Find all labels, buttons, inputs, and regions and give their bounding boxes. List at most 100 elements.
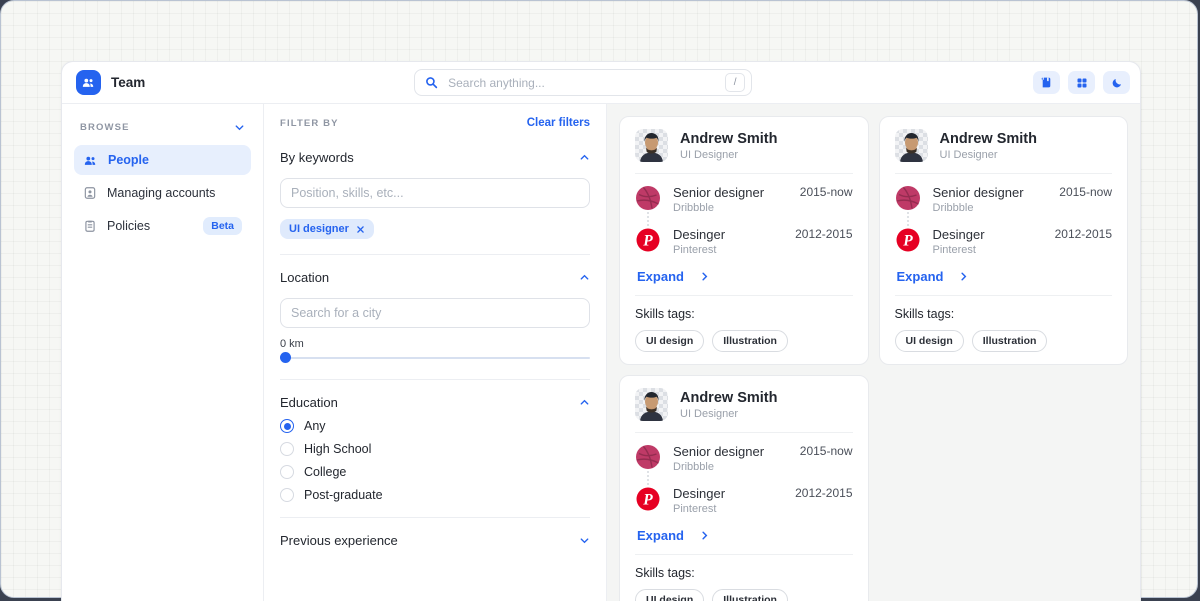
skill-tags: UI design Illustration <box>635 589 853 601</box>
person-role: UI Designer <box>680 408 777 420</box>
education-option-post-graduate[interactable]: Post-graduate <box>280 488 590 502</box>
clipboard-icon <box>83 219 97 233</box>
education-option-any[interactable]: Any <box>280 419 590 433</box>
skills-title: Skills tags: <box>635 307 853 321</box>
skill-tag: UI design <box>635 589 704 601</box>
dashed-divider <box>895 295 1113 296</box>
skills-title: Skills tags: <box>895 307 1113 321</box>
divider <box>280 254 590 255</box>
avatar <box>895 129 928 162</box>
clear-filters-link[interactable]: Clear filters <box>527 117 590 129</box>
sidebar-item-label: Managing accounts <box>107 186 215 200</box>
sidebar-item-policies[interactable]: PoliciesBeta <box>74 211 251 241</box>
distance-slider[interactable] <box>280 352 590 364</box>
expand-link[interactable]: Expand <box>637 528 853 543</box>
sidebar-item-label: People <box>108 153 149 167</box>
svg-text:P: P <box>643 491 653 508</box>
chevron-down-icon <box>234 122 245 133</box>
experience-section-header[interactable]: Previous experience <box>280 533 590 548</box>
browse-header[interactable]: BROWSE <box>74 114 251 145</box>
filter-by-label: FILTER BY <box>280 118 339 129</box>
account-card-icon <box>83 186 97 200</box>
location-section-header[interactable]: Location <box>280 270 590 285</box>
moon-icon[interactable] <box>1103 71 1130 94</box>
chevron-down-icon <box>579 535 590 546</box>
keywords-section-header[interactable]: By keywords <box>280 150 590 165</box>
experience-row: Senior designer Dribbble 2015-now <box>635 444 853 473</box>
sidebar-item-label: Policies <box>107 219 150 233</box>
person-role: UI Designer <box>680 149 777 161</box>
search-shortcut-badge: / <box>725 73 745 92</box>
skill-tag: UI design <box>895 330 964 352</box>
profile-card: Andrew Smith UI Designer Senior designer… <box>619 116 869 365</box>
radio-button[interactable] <box>280 419 294 433</box>
person-name: Andrew Smith <box>940 131 1037 147</box>
card-header: Andrew Smith UI Designer <box>895 129 1113 162</box>
slider-handle[interactable] <box>280 352 291 363</box>
dashed-divider <box>635 554 853 555</box>
education-section-header[interactable]: Education <box>280 395 590 410</box>
chevron-right-icon <box>958 271 969 282</box>
search-bar[interactable]: / <box>414 69 752 96</box>
browse-label: BROWSE <box>80 122 130 133</box>
skill-tag: Illustration <box>972 330 1048 352</box>
profile-card: Andrew Smith UI Designer Senior designer… <box>619 375 869 601</box>
slider-track <box>280 357 590 359</box>
keywords-input[interactable] <box>280 178 590 208</box>
experience-row: Senior designer Dribbble 2015-now <box>635 185 853 214</box>
experience-timeline: Senior designer Dribbble 2015-now P Desi… <box>635 444 853 515</box>
people-icon <box>83 153 98 168</box>
skill-tags: UI designIllustration <box>635 330 853 352</box>
experience-row: P Desinger Pinterest 2012-2015 <box>895 227 1113 256</box>
app-header: Team / <box>62 62 1140 104</box>
experience-row: Senior designer Dribbble 2015-now <box>895 185 1113 214</box>
header-actions <box>1033 71 1130 94</box>
dribbble-icon <box>635 444 661 470</box>
education-option-college[interactable]: College <box>280 465 590 479</box>
expand-link[interactable]: Expand <box>897 269 1113 284</box>
experience-timeline: Senior designer Dribbble 2015-now P Desi… <box>635 185 853 256</box>
pinterest-icon: P <box>635 486 661 512</box>
book-icon[interactable] <box>1033 71 1060 94</box>
app-body: BROWSE People Managing accounts PoliciesBe… <box>62 104 1140 601</box>
divider <box>280 517 590 518</box>
divider <box>895 173 1113 174</box>
grid-icon[interactable] <box>1068 71 1095 94</box>
city-search-input[interactable] <box>280 298 590 328</box>
radio-button[interactable] <box>280 442 294 456</box>
skill-tags: UI design Illustration <box>895 330 1113 352</box>
avatar <box>635 388 668 421</box>
team-logo-icon <box>76 70 101 95</box>
experience-row: P Desinger Pinterest 2012-2015 <box>635 227 853 256</box>
remove-tag-icon[interactable] <box>356 225 365 234</box>
card-header: Andrew Smith UI Designer <box>635 388 853 421</box>
avatar <box>635 129 668 162</box>
person-role: UI Designer <box>940 149 1037 161</box>
search-icon <box>425 76 438 89</box>
svg-text:P: P <box>903 232 913 249</box>
expand-link[interactable]: Expand <box>637 269 853 284</box>
sidebar-item-managing-accounts[interactable]: Managing accounts <box>74 178 251 208</box>
keyword-tags: UI designer <box>280 219 590 239</box>
radio-button[interactable] <box>280 488 294 502</box>
sidebar-item-people[interactable]: People <box>74 145 251 175</box>
experience-row: P Desinger Pinterest 2012-2015 <box>635 486 853 515</box>
keyword-tag[interactable]: UI designer <box>280 219 374 239</box>
chevron-up-icon <box>579 397 590 408</box>
pinterest-icon: P <box>635 227 661 253</box>
svg-text:P: P <box>643 232 653 249</box>
divider <box>635 173 853 174</box>
skill-tag: Illustration <box>712 589 788 601</box>
page-title: Team <box>111 75 145 90</box>
skill-tag: UI design <box>635 330 704 352</box>
radio-button[interactable] <box>280 465 294 479</box>
divider <box>280 379 590 380</box>
search-input[interactable] <box>446 75 717 91</box>
app-window: Team / <box>61 61 1141 601</box>
education-option-high-school[interactable]: High School <box>280 442 590 456</box>
dribbble-icon <box>635 185 661 211</box>
education-options: Any High School College Post-graduate <box>280 419 590 502</box>
person-name: Andrew Smith <box>680 390 777 406</box>
chevron-up-icon <box>579 152 590 163</box>
desktop-background: Team / <box>0 0 1198 598</box>
